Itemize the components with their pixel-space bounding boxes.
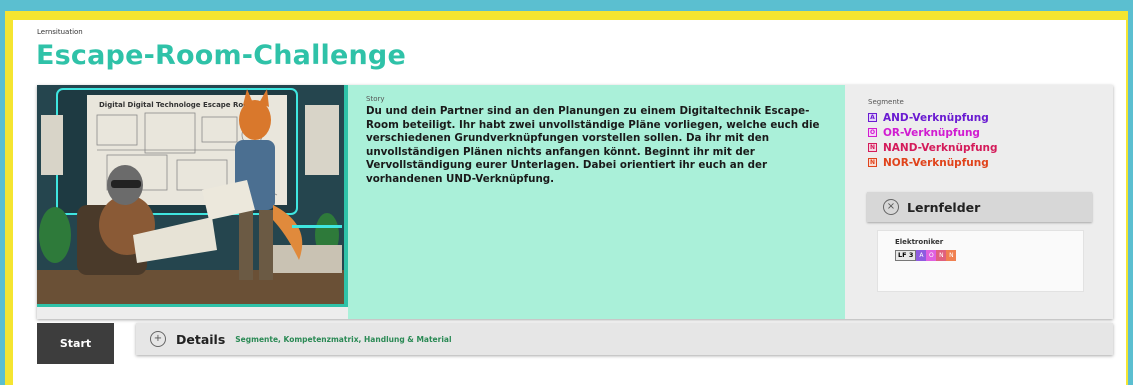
lernfelder-label: Lernfelder: [907, 199, 981, 215]
plus-circle-icon: +: [150, 331, 166, 347]
lernfeld-chip-or: O: [926, 250, 937, 261]
lernsituation-card: Digital Digital Technologe Escape Room S…: [37, 85, 1113, 319]
illustration-art: Digital Digital Technologe Escape Room: [37, 85, 344, 304]
start-button[interactable]: Start: [37, 323, 114, 364]
details-toggle[interactable]: + Details Segmente, Kompetenzmatrix, Han…: [136, 323, 1113, 355]
segment-label: AND-Verknüpfung: [883, 111, 989, 124]
segment-label: OR-Verknüpfung: [883, 126, 980, 139]
lernfelder-panel-title: Elektroniker: [895, 238, 944, 246]
lernfelder-toggle[interactable]: × Lernfelder: [867, 192, 1092, 222]
segment-and[interactable]: A AND-Verknüpfung: [868, 110, 998, 125]
story-label: Story: [366, 95, 385, 103]
story-text: Du und dein Partner sind an den Planunge…: [366, 105, 820, 185]
lernfeld-badge[interactable]: LF 3 A O N N: [895, 250, 957, 261]
nor-gate-icon: N: [868, 158, 877, 167]
details-label: Details: [176, 331, 226, 347]
lernfeld-chip-and: A: [916, 250, 927, 261]
close-circle-icon: ×: [883, 199, 899, 215]
segment-nor[interactable]: N NOR-Verknüpfung: [868, 155, 998, 170]
or-gate-icon: O: [868, 128, 877, 137]
page: Lernsituation Escape-Room-Challenge Digi…: [13, 20, 1126, 385]
and-gate-icon: A: [868, 113, 877, 122]
segment-label: NOR-Verknüpfung: [883, 156, 989, 169]
poster-title: Digital Digital Technologe Escape Room: [99, 101, 255, 109]
segment-label: NAND-Verknüpfung: [883, 141, 998, 154]
segment-or[interactable]: O OR-Verknüpfung: [868, 125, 998, 140]
segment-nand[interactable]: N NAND-Verknüpfung: [868, 140, 998, 155]
lernfelder-panel: Elektroniker LF 3 A O N N: [877, 230, 1084, 292]
lernfeld-chip-nand: N: [936, 250, 947, 261]
story-panel: Story Du und dein Partner sind an den Pl…: [348, 85, 845, 319]
details-subtitle: Segmente, Kompetenzmatrix, Handlung & Ma…: [235, 334, 452, 344]
segments-label: Segmente: [868, 98, 904, 106]
segments-list: A AND-Verknüpfung O OR-Verknüpfung N NAN…: [868, 110, 998, 170]
story-illustration: Digital Digital Technologe Escape Room: [37, 85, 348, 307]
page-kicker: Lernsituation: [37, 28, 83, 36]
page-title: Escape-Room-Challenge: [36, 40, 406, 71]
lernfeld-code: LF 3: [895, 250, 917, 261]
lernfeld-chip-nor: N: [946, 250, 957, 261]
nand-gate-icon: N: [868, 143, 877, 152]
